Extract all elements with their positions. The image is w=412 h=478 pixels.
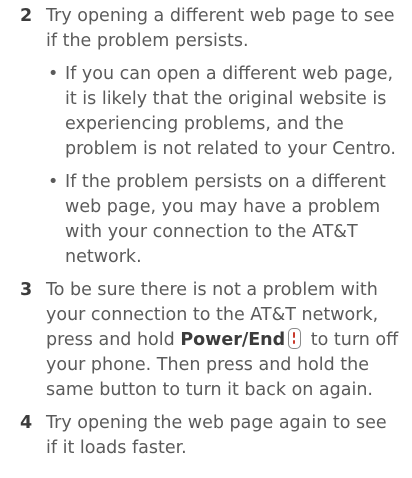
step-number: 3 xyxy=(20,280,33,300)
step-number: 4 xyxy=(20,413,33,433)
bullet-item: • If the problem persists on a different… xyxy=(46,170,402,270)
bullet-item: • If you can open a different web page, … xyxy=(46,62,402,162)
step-4: 4 Try opening the web page again to see … xyxy=(0,411,412,461)
bullet-list: • If you can open a different web page, … xyxy=(46,62,402,270)
step-text: Try opening a different web page to see … xyxy=(46,6,395,51)
bullet-text: If the problem persists on a different w… xyxy=(65,172,386,267)
bullet-dot-icon: • xyxy=(48,172,59,192)
document-body: 2 Try opening a different web page to se… xyxy=(0,0,412,461)
power-end-key-icon xyxy=(288,328,302,349)
step-2: 2 Try opening a different web page to se… xyxy=(0,4,412,270)
step-text: To be sure there is not a problem with y… xyxy=(46,278,402,403)
bullet-dot-icon: • xyxy=(48,64,59,84)
power-end-label: Power/End xyxy=(180,330,286,350)
step-number: 2 xyxy=(20,6,33,26)
step-text: Try opening the web page again to see if… xyxy=(46,413,387,458)
step-3: 3 To be sure there is not a problem with… xyxy=(0,278,412,403)
bullet-text: If you can open a different web page, it… xyxy=(65,64,396,159)
